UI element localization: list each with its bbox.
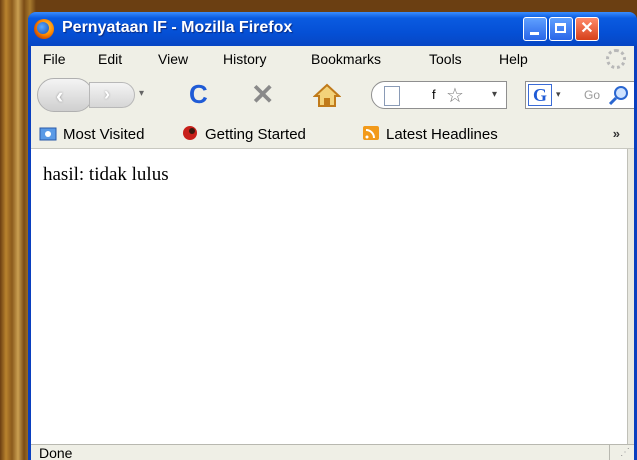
url-input[interactable]: f: [432, 87, 436, 102]
search-bar[interactable]: G ▾ Go: [525, 81, 634, 109]
menu-file[interactable]: File: [43, 51, 66, 67]
reload-icon[interactable]: C: [189, 79, 208, 110]
browser-client: File Edit View History Bookmarks Tools H…: [31, 46, 634, 460]
search-icon[interactable]: [608, 84, 632, 106]
bookmark-label: Latest Headlines: [386, 126, 498, 143]
bookmark-latest-headlines[interactable]: Latest Headlines: [362, 125, 498, 143]
back-button[interactable]: ‹: [37, 78, 93, 112]
close-icon: ✕: [580, 20, 594, 37]
window-title: Pernyataan IF - Mozilla Firefox: [62, 19, 293, 36]
bookmark-star-icon[interactable]: ☆: [446, 83, 464, 108]
back-arrow-icon: ‹: [56, 83, 64, 108]
url-bar[interactable]: f ☆ ▾: [371, 81, 507, 109]
close-button[interactable]: ✕: [575, 17, 599, 41]
folder-icon: [39, 127, 57, 141]
menu-help[interactable]: Help: [499, 51, 528, 67]
search-input[interactable]: Go: [584, 88, 600, 102]
page-content: hasil: tidak lulus: [31, 149, 634, 444]
page-result-text: hasil: tidak lulus: [43, 164, 169, 185]
title-bar[interactable]: Pernyataan IF - Mozilla Firefox ✕: [28, 12, 637, 46]
menu-history[interactable]: History: [223, 51, 267, 67]
minimize-button[interactable]: [523, 17, 547, 41]
scrollbar[interactable]: [627, 149, 634, 444]
firefox-bookmark-icon: [183, 126, 197, 140]
status-text: Done: [39, 445, 73, 460]
status-divider: [609, 445, 610, 460]
maximize-button[interactable]: [549, 17, 573, 41]
bookmarks-toolbar: Most Visited Getting Started Latest Head…: [31, 118, 634, 149]
status-bar: Done ⋰: [31, 444, 634, 460]
home-icon[interactable]: [313, 82, 341, 108]
bookmark-label: Getting Started: [205, 126, 306, 143]
bookmark-most-visited[interactable]: Most Visited: [39, 125, 144, 143]
navigation-toolbar: ‹ › ▾ C ✕ f ☆ ▾ G ▾ Go: [31, 72, 634, 118]
bookmarks-overflow-icon[interactable]: »: [613, 126, 620, 141]
rss-feed-icon: [363, 126, 379, 140]
forward-arrow-icon: ›: [104, 84, 110, 104]
resize-grip-icon[interactable]: ⋰: [620, 447, 630, 458]
menu-view[interactable]: View: [158, 51, 188, 67]
google-engine-icon[interactable]: G: [528, 84, 552, 106]
engine-dropdown-icon[interactable]: ▾: [556, 89, 561, 100]
menu-bar: File Edit View History Bookmarks Tools H…: [31, 46, 634, 72]
stop-icon[interactable]: ✕: [251, 78, 274, 111]
menu-tools[interactable]: Tools: [429, 51, 462, 67]
menu-edit[interactable]: Edit: [98, 51, 122, 67]
bookmark-label: Most Visited: [63, 126, 145, 143]
url-dropdown-icon[interactable]: ▾: [492, 89, 497, 100]
back-forward-group: ‹ › ▾: [37, 78, 159, 112]
bookmark-getting-started[interactable]: Getting Started: [181, 125, 306, 143]
forward-button[interactable]: ›: [89, 82, 135, 108]
history-dropdown-icon[interactable]: ▾: [139, 88, 144, 99]
firefox-logo-icon: [34, 19, 54, 39]
throbber-icon: [606, 49, 626, 69]
browser-window: Pernyataan IF - Mozilla Firefox ✕ File E…: [28, 12, 637, 460]
menu-bookmarks[interactable]: Bookmarks: [311, 51, 381, 67]
page-icon: [384, 86, 400, 106]
